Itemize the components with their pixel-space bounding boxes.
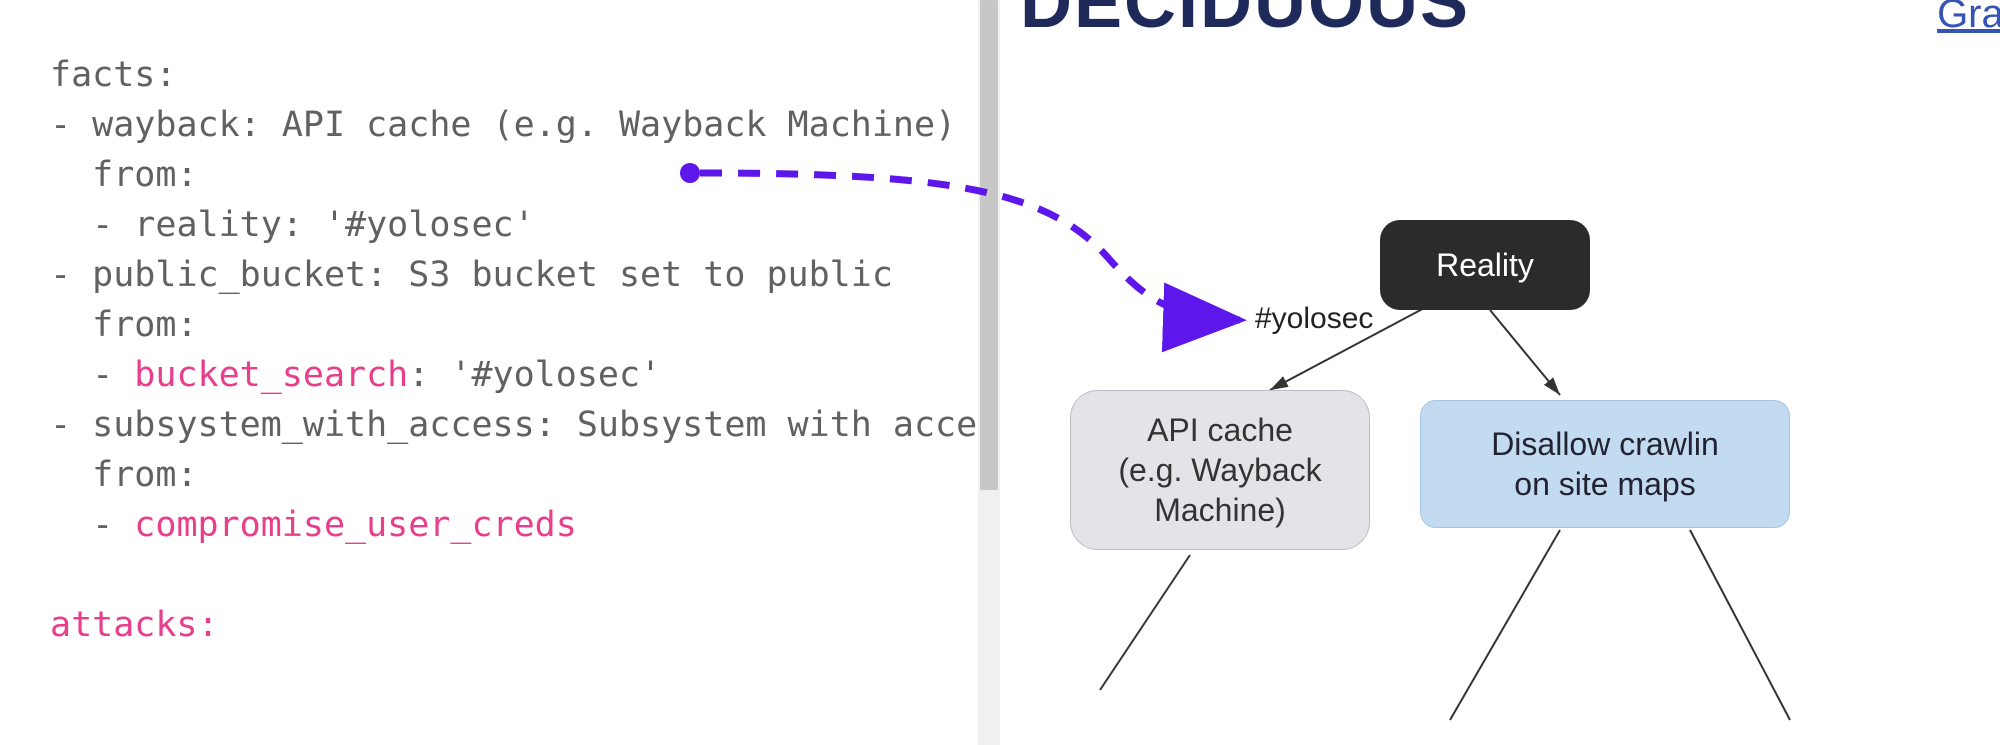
graph-node-reality[interactable]: Reality: [1380, 220, 1590, 310]
yaml-line: facts:: [50, 55, 176, 95]
yaml-line: - wayback: API cache (e.g. Wayback Machi…: [50, 105, 956, 145]
editor-scrollbar[interactable]: [978, 0, 1000, 745]
code-editor[interactable]: facts: - wayback: API cache (e.g. Waybac…: [0, 0, 1000, 745]
yaml-line: [50, 555, 71, 595]
scrollbar-thumb[interactable]: [980, 0, 998, 490]
graph-node-label: API cache (e.g. Wayback Machine): [1118, 410, 1321, 530]
yaml-line: - bucket_search: '#yolosec': [50, 355, 661, 395]
yaml-line: from:: [50, 155, 198, 195]
yaml-line: - compromise_user_creds: [50, 505, 577, 545]
yaml-line: from:: [50, 305, 198, 345]
edge-label-yolosec: #yolosec: [1255, 302, 1373, 336]
yaml-line: - public_bucket: S3 bucket set to public: [50, 255, 893, 295]
yaml-line: - reality: '#yolosec': [50, 205, 535, 245]
app-logo: DECIDUOUS: [1020, 0, 1470, 44]
yaml-line: attacks:: [50, 605, 219, 645]
yaml-line: from:: [50, 455, 198, 495]
graph-node-api-cache[interactable]: API cache (e.g. Wayback Machine): [1070, 390, 1370, 550]
graph-node-disallow-crawling[interactable]: Disallow crawlin on site maps: [1420, 400, 1790, 528]
yaml-line: - subsystem_with_access: Subsystem with …: [50, 405, 977, 445]
graph-pane[interactable]: DECIDUOUS Grap Reality API cache (e.g. W…: [1000, 0, 2000, 745]
graph-edges: [1000, 0, 2000, 745]
graph-link[interactable]: Grap: [1937, 0, 2000, 37]
graph-node-label: Disallow crawlin on site maps: [1491, 424, 1719, 504]
